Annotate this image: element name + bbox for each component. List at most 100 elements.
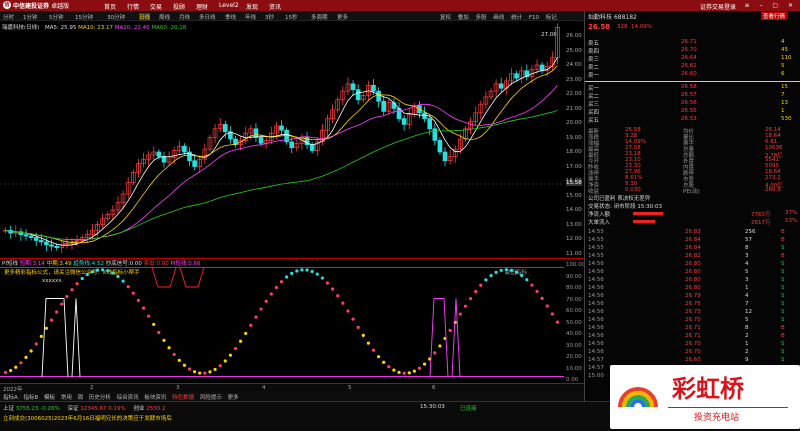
view-quote-button[interactable]: 查看行情 [761,12,788,20]
indicator-dot [65,294,69,299]
period-tab[interactable]: 更多 [337,13,348,21]
ask-price: 26.70 [681,47,697,53]
ask-label: 卖二 [588,65,600,71]
bid-price: 26.58 [681,84,697,90]
indicator-tick: 100.00 [566,262,586,268]
tick-side: B [781,229,785,235]
indicator-dot [520,273,524,278]
tick-side: S [781,341,785,347]
tick-side: B [781,253,785,259]
indicator-panel[interactable]: PI短线 短期:3.14 中期:3.49 趋势线:4.52 抄底信号:0.00 … [0,258,586,383]
brand-seal-icon: 信 [3,1,11,9]
indicator-dot [346,309,350,313]
indicator-dot [412,369,416,373]
period-tab[interactable]: 分时 [3,13,14,21]
tick-time: 14:56 [588,301,604,307]
period-tab[interactable]: 周线 [159,13,170,21]
indicator-dot [545,304,549,308]
indicator-dot [417,366,422,370]
menu-discover[interactable]: 发现 [246,2,258,11]
indicator-dot [422,362,427,366]
tool-overlay[interactable]: 叠加 [458,15,469,21]
period-tab[interactable]: 日线 [139,13,151,21]
tick-time: 14:56 [588,269,604,275]
tick-volume: 8 [745,325,749,331]
tool-stats[interactable]: 统计 [511,15,522,21]
tick-volume: 3 [745,277,749,283]
menu-level2[interactable]: Level2 [219,2,239,9]
tool-mark[interactable]: 标记 [546,15,557,21]
candle-body [23,234,29,237]
tick-volume: 9 [745,357,749,363]
stock-code: 688182 [613,14,637,21]
indicator-svg [0,267,564,378]
trade-status: 交易状态: 闭市阶段 15:30:03 [588,204,663,210]
price-tick: 15.58 [566,180,582,186]
bid-label: 买五 [588,118,600,124]
candle-body [253,128,259,138]
ask-label: 卖四 [588,49,600,55]
indicator-dot [540,296,544,300]
tool-multi[interactable]: 多股 [476,15,487,21]
tick-time: 15:00 [588,373,604,379]
tool-fq[interactable]: 复权 [440,15,451,21]
menu-home[interactable]: 首页 [104,2,116,11]
price-change: 328 [617,24,628,30]
tick-side: S [781,301,785,307]
menu-finance[interactable]: 理财 [196,2,208,11]
bid-label: 买二 [588,94,600,100]
news-ticker[interactable]: 立刻成交(3006025)2023年6月16日福明兄长的决策应于发酵市场后 [3,414,172,422]
period-tab[interactable]: 30分钟 [107,13,125,21]
candle-body [401,118,407,125]
period-tab[interactable]: 年线 [245,13,256,21]
period-tab[interactable]: 多周期 [311,13,328,21]
candle-body [258,137,264,144]
index1-value: 3755.23 [15,406,39,412]
indicator-dot [162,338,166,342]
candle-body [28,235,34,238]
tick-side: S [781,277,785,283]
indicator-tick: 90.00 [566,273,582,280]
candle-body [514,73,519,79]
menu-advisor[interactable]: 投顾 [173,2,185,11]
period-tab[interactable]: 月线 [179,13,190,21]
menu-trade[interactable]: 交易 [150,2,162,11]
indicator-dot [3,370,8,375]
last-price: 26.58 [588,23,611,31]
period-tab[interactable]: 15分钟 [75,13,93,21]
tick-volume: 3 [745,253,749,259]
tool-draw[interactable]: 画线 [493,15,504,21]
menu-news[interactable]: 资讯 [269,2,281,11]
indicator-dot [320,276,324,280]
bid-price: 26.57 [681,92,697,98]
watermark-rule [668,407,788,408]
candle-body [350,83,356,90]
tick-side: B [781,237,785,243]
tool-f10[interactable]: F10 [529,15,539,21]
period-tab[interactable]: 季线 [225,13,236,21]
window-controls[interactable]: ≡ – ▢ ✕ [745,2,797,9]
period-tab[interactable]: 多日线 [199,13,216,21]
indicator-dot [85,272,89,277]
period-tab[interactable]: 3秒 [265,13,274,21]
indicator-dot [141,306,146,310]
bid-volume: 530 [781,116,792,122]
indicator-dot [535,289,539,293]
period-tab[interactable]: 5分钟 [49,13,64,21]
period-tab[interactable]: 15秒 [285,13,298,21]
login-link[interactable]: 证券交易登录 [700,2,736,11]
price-tick: 15.00 [566,193,582,199]
candle-body [39,240,44,243]
kline-chart[interactable]: 瑞嘉科技(日线) MA5: 25.95 MA10: 23.17 MA20: 22… [0,22,584,257]
tick-price: 26.60 [685,357,701,363]
bid-volume: 7 [781,92,785,98]
indicator-dot [111,271,115,275]
price-tick: 20.00 [566,120,582,126]
tick-side: S [781,285,785,291]
price-tick: 21.00 [566,106,582,112]
indicator-dot [494,270,498,274]
period-tab[interactable]: 1分钟 [23,13,38,21]
menu-market[interactable]: 行情 [127,2,139,11]
bid-label: 买一 [588,86,600,92]
ask-label: 卖三 [588,57,600,63]
